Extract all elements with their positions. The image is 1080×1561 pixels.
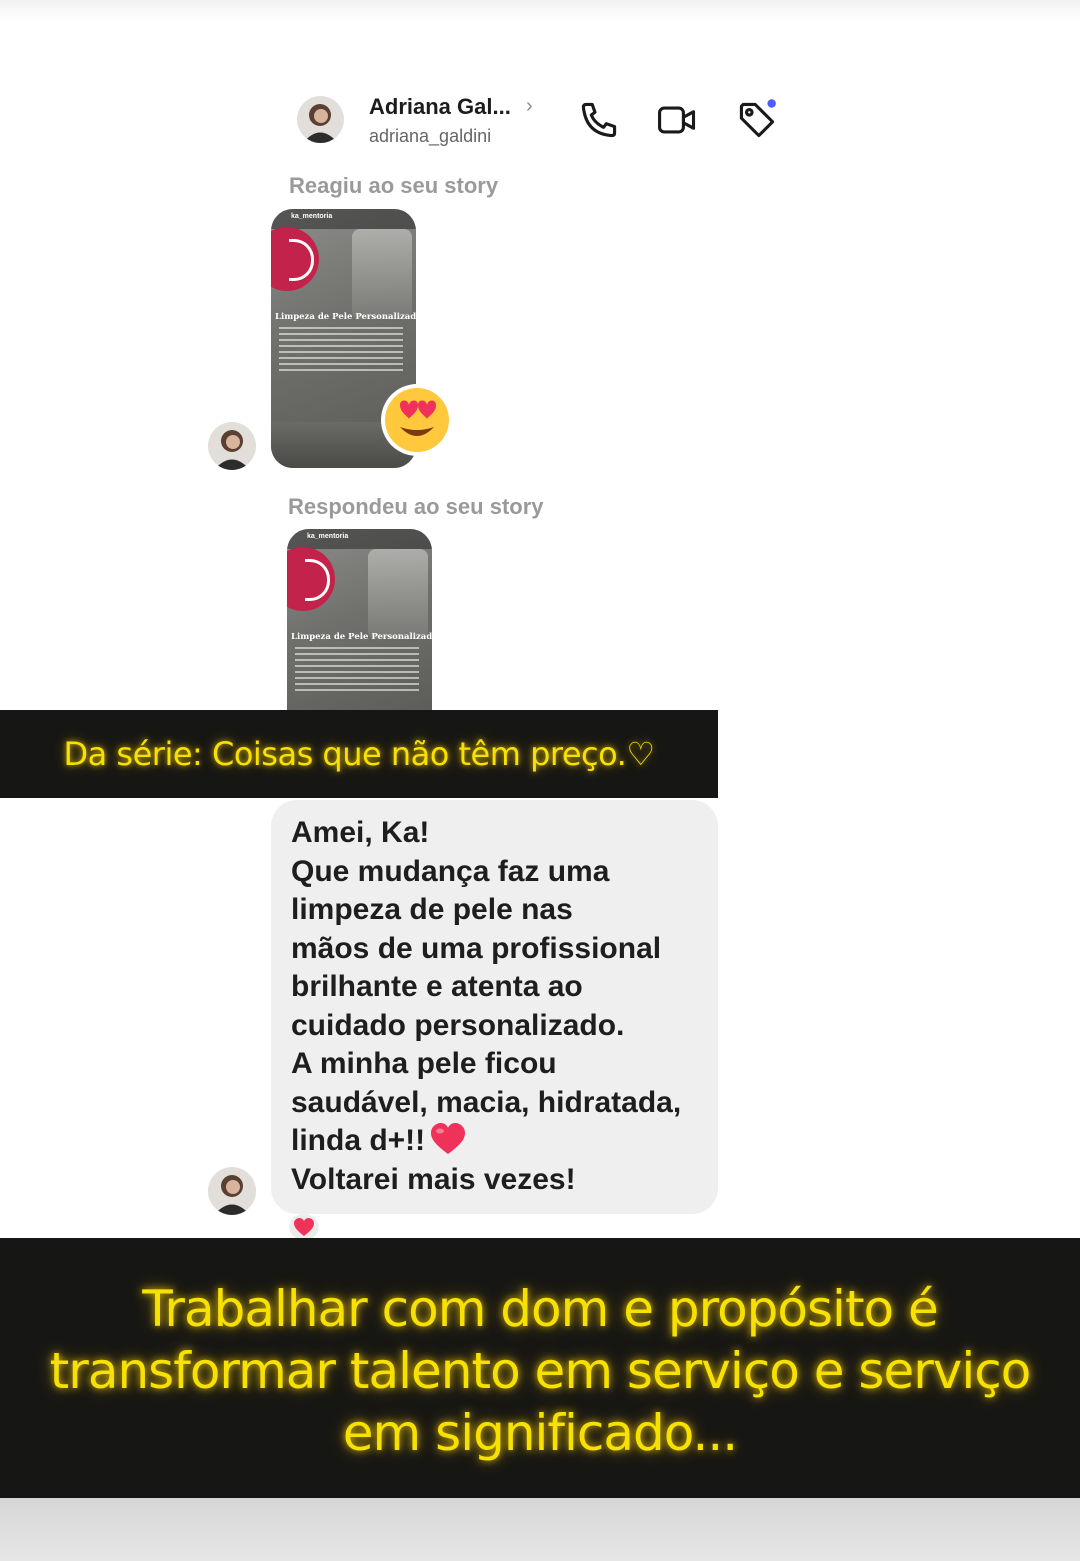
closing-caption-text: Trabalhar com dom e propósito é transfor… [20, 1278, 1060, 1464]
sender-avatar[interactable] [208, 422, 256, 470]
series-caption-banner: Da série: Coisas que não têm preço.♡ [0, 710, 718, 798]
story-handle: ka_mentoria [291, 213, 333, 220]
heart-emoji-icon [429, 1122, 467, 1156]
message-line: Voltarei mais vezes! [291, 1162, 576, 1196]
story-body-text [295, 647, 419, 695]
video-call-icon[interactable] [655, 98, 699, 142]
heart-eyes-emoji-icon [380, 383, 454, 457]
message-line-with-heart: linda d+!! [291, 1122, 711, 1161]
message-line: linda d+!! [291, 1124, 426, 1157]
message-line: cuidado personalizado. [291, 1008, 625, 1042]
message-line: brilhante e atenta ao [291, 970, 583, 1003]
message-line: Amei, Ka! [291, 816, 430, 849]
closing-caption-banner: Trabalhar com dom e propósito é transfor… [0, 1238, 1080, 1498]
series-caption-text: Da série: Coisas que não têm preço.♡ [63, 735, 656, 773]
story-title: Limpeza de Pele Personalizada [275, 312, 416, 322]
story-handle: ka_mentoria [307, 533, 349, 540]
status-bar-fade [0, 0, 1080, 22]
message-bubble[interactable]: Amei, Ka! Que mudança faz uma limpeza de… [271, 800, 718, 1214]
story-body-text [279, 327, 403, 375]
message-line: A minha pele ficou [291, 1047, 557, 1080]
message-line: saudável, macia, hidratada, [291, 1085, 682, 1119]
closing-caption-line: em significado... [342, 1404, 738, 1462]
message-text: Amei, Ka! Que mudança faz uma limpeza de… [291, 814, 711, 1199]
tag-icon[interactable] [735, 98, 779, 142]
equipment-image [368, 549, 428, 639]
bottom-input-area [0, 1498, 1080, 1561]
message-line: Que mudança faz uma [291, 854, 610, 888]
replied-story-label: Respondeu ao seu story [288, 494, 544, 519]
message-reaction-heart-icon[interactable] [289, 1214, 319, 1240]
closing-caption-line: transformar talento em serviço e serviço [49, 1342, 1032, 1400]
message-line: limpeza de pele nas [291, 893, 573, 926]
sender-avatar[interactable] [208, 1167, 256, 1215]
story-title: Limpeza de Pele Personalizada [291, 632, 432, 642]
reacted-story-label: Reagiu ao seu story [289, 173, 499, 198]
story-preview-replied[interactable]: ka_mentoria Limpeza de Pele Personalizad… [287, 529, 432, 729]
equipment-image [352, 229, 412, 319]
closing-caption-line: Trabalhar com dom e propósito é [142, 1280, 939, 1338]
phone-icon[interactable] [577, 98, 621, 142]
screenshot: Adriana Gal... › adriana_galdini Reagiu … [0, 0, 1080, 1561]
profile-chevron-icon[interactable]: › [526, 96, 533, 116]
header-avatar[interactable] [297, 96, 344, 143]
contact-username[interactable]: adriana_galdini [369, 126, 491, 147]
contact-name[interactable]: Adriana Gal... [369, 94, 511, 120]
message-line: mãos de uma profissional [291, 931, 662, 965]
